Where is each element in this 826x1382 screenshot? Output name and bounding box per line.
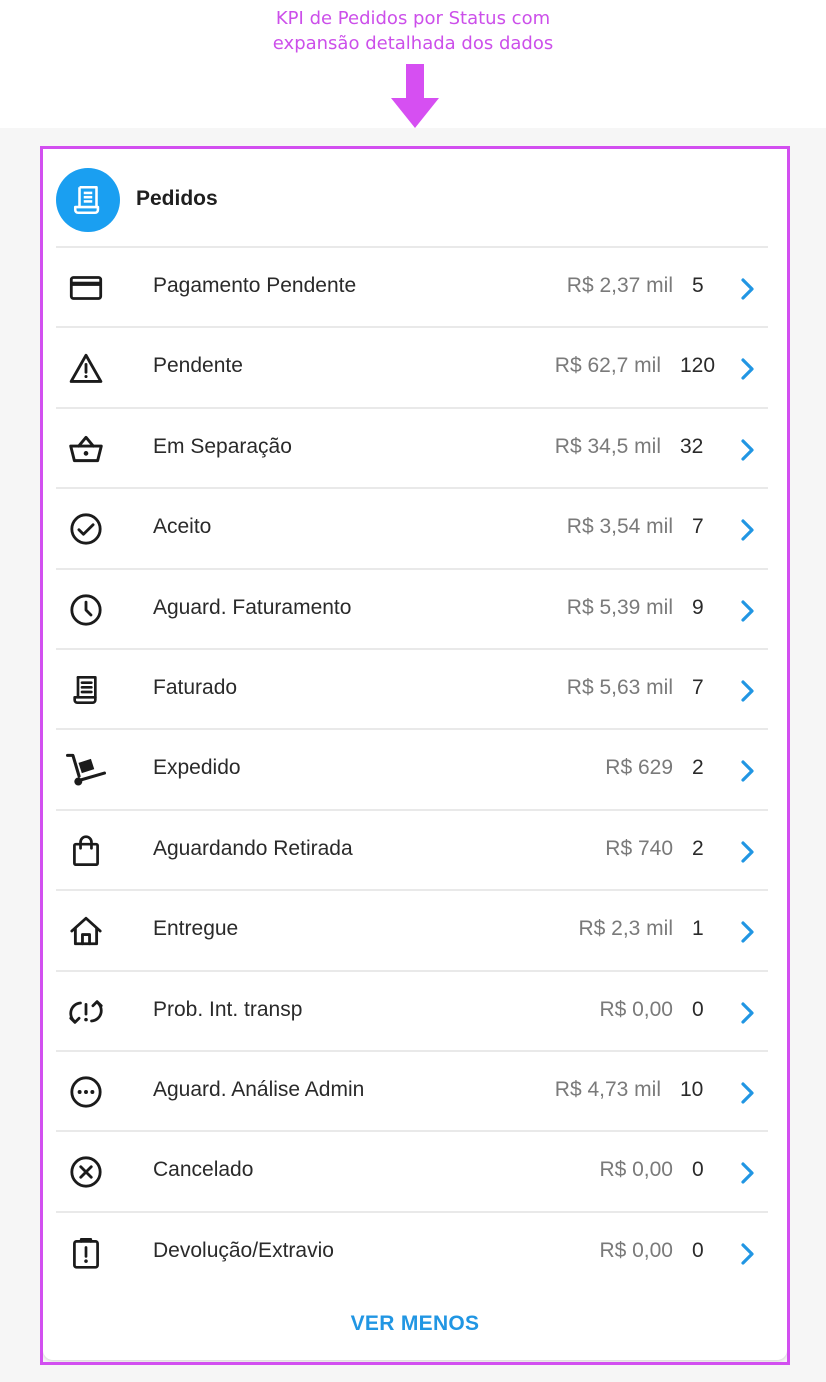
- status-row[interactable]: Pagamento Pendente R$ 2,37 mil 5: [56, 246, 768, 326]
- chevron-right-icon[interactable]: [736, 678, 758, 704]
- status-value: R$ 0,00: [599, 1158, 673, 1182]
- status-count: 1: [692, 917, 704, 941]
- status-count: 7: [692, 515, 704, 539]
- clipboard-alert-icon: [66, 1235, 106, 1271]
- status-value: R$ 34,5 mil: [554, 434, 661, 458]
- status-count: 10: [680, 1078, 704, 1101]
- status-row[interactable]: Em Separação R$ 34,5 mil 32: [56, 406, 768, 487]
- orders-card: Pedidos Pagamento Pendente R$ 2,37 mil 5 Pe…: [43, 149, 787, 1360]
- status-value: R$ 740: [605, 836, 673, 860]
- status-label: Entregue: [153, 917, 239, 941]
- basket-icon: [66, 431, 106, 467]
- card-header: Pedidos: [43, 149, 787, 247]
- status-value: R$ 5,39 mil: [566, 595, 673, 619]
- status-value: R$ 4,73 mil: [554, 1078, 661, 1101]
- status-row[interactable]: Entregue R$ 2,3 mil 1: [56, 889, 768, 969]
- status-count: 7: [692, 676, 704, 699]
- status-label: Aguard. Faturamento: [153, 595, 352, 619]
- status-value: R$ 62,7 mil: [554, 354, 661, 378]
- status-count: 0: [692, 1238, 704, 1262]
- chevron-right-icon[interactable]: [736, 919, 758, 945]
- status-value: R$ 2,37 mil: [566, 274, 673, 297]
- chevron-right-icon[interactable]: [736, 276, 758, 302]
- status-count: 32: [680, 434, 704, 458]
- status-row[interactable]: Aguardando Retirada R$ 740 2: [56, 808, 768, 889]
- status-label: Em Separação: [153, 434, 292, 458]
- status-label: Cancelado: [153, 1158, 254, 1182]
- receipt-icon: [66, 672, 106, 708]
- status-row[interactable]: Expedido R$ 629 2: [56, 728, 768, 808]
- chevron-right-icon[interactable]: [736, 437, 758, 463]
- status-row[interactable]: Devolução/Extravio R$ 0,00 0: [56, 1210, 768, 1291]
- status-value: R$ 629: [605, 756, 673, 780]
- chevron-right-icon[interactable]: [736, 1241, 758, 1267]
- credit-card-icon: [66, 270, 106, 306]
- status-row[interactable]: Aceito R$ 3,54 mil 7: [56, 487, 768, 567]
- cancel-circle-icon: [66, 1154, 106, 1190]
- status-value: R$ 3,54 mil: [566, 515, 673, 539]
- status-count: 2: [692, 836, 704, 860]
- status-value: R$ 2,3 mil: [578, 917, 673, 941]
- status-label: Pagamento Pendente: [153, 274, 357, 297]
- shopping-bag-icon: [66, 833, 106, 869]
- warning-icon: [66, 350, 106, 386]
- chevron-right-icon[interactable]: [736, 1000, 758, 1026]
- status-count: 5: [692, 274, 704, 297]
- status-row[interactable]: Aguard. Faturamento R$ 5,39 mil 9: [56, 567, 768, 648]
- status-value: R$ 0,00: [599, 997, 673, 1021]
- chevron-right-icon[interactable]: [736, 758, 758, 784]
- status-label: Aguardando Retirada: [153, 836, 353, 860]
- status-label: Aceito: [153, 515, 212, 539]
- chevron-right-icon[interactable]: [736, 1160, 758, 1186]
- status-row[interactable]: Prob. Int. transp R$ 0,00 0: [56, 969, 768, 1050]
- status-row[interactable]: Pendente R$ 62,7 mil 120: [56, 326, 768, 406]
- clock-icon: [66, 592, 106, 628]
- chevron-right-icon[interactable]: [736, 1080, 758, 1106]
- status-label: Expedido: [153, 756, 241, 780]
- status-label: Devolução/Extravio: [153, 1238, 334, 1262]
- status-count: 0: [692, 997, 704, 1021]
- status-row[interactable]: Aguard. Análise Admin R$ 4,73 mil 10: [56, 1050, 768, 1130]
- chevron-right-icon[interactable]: [736, 517, 758, 543]
- more-circle-icon: [66, 1074, 106, 1110]
- annotation-caption: KPI de Pedidos por Status com expansão d…: [0, 6, 826, 56]
- receipt-icon: [56, 168, 120, 232]
- status-value: R$ 5,63 mil: [566, 676, 673, 699]
- card-title: Pedidos: [136, 187, 218, 210]
- ver-menos-button[interactable]: VER MENOS: [43, 1312, 787, 1336]
- status-count: 2: [692, 756, 704, 780]
- sync-problem-icon: [66, 994, 106, 1030]
- status-count: 9: [692, 595, 704, 619]
- chevron-right-icon[interactable]: [736, 598, 758, 624]
- home-icon: [66, 913, 106, 949]
- status-label: Faturado: [153, 676, 238, 699]
- status-count: 120: [680, 354, 716, 378]
- status-value: R$ 0,00: [599, 1238, 673, 1262]
- status-label: Pendente: [153, 354, 243, 378]
- status-row[interactable]: Cancelado R$ 0,00 0: [56, 1130, 768, 1210]
- hand-truck-icon: [66, 752, 106, 788]
- chevron-right-icon[interactable]: [736, 839, 758, 865]
- check-circle-icon: [66, 511, 106, 547]
- annotation-line-1: KPI de Pedidos por Status com: [275, 8, 551, 29]
- arrow-down-icon: [391, 64, 439, 128]
- annotation-line-2: expansão detalhada dos dados: [272, 33, 554, 54]
- chevron-right-icon[interactable]: [736, 356, 758, 382]
- status-label: Prob. Int. transp: [153, 997, 303, 1021]
- status-count: 0: [692, 1158, 704, 1182]
- status-row[interactable]: Faturado R$ 5,63 mil 7: [56, 648, 768, 728]
- status-label: Aguard. Análise Admin: [153, 1078, 365, 1101]
